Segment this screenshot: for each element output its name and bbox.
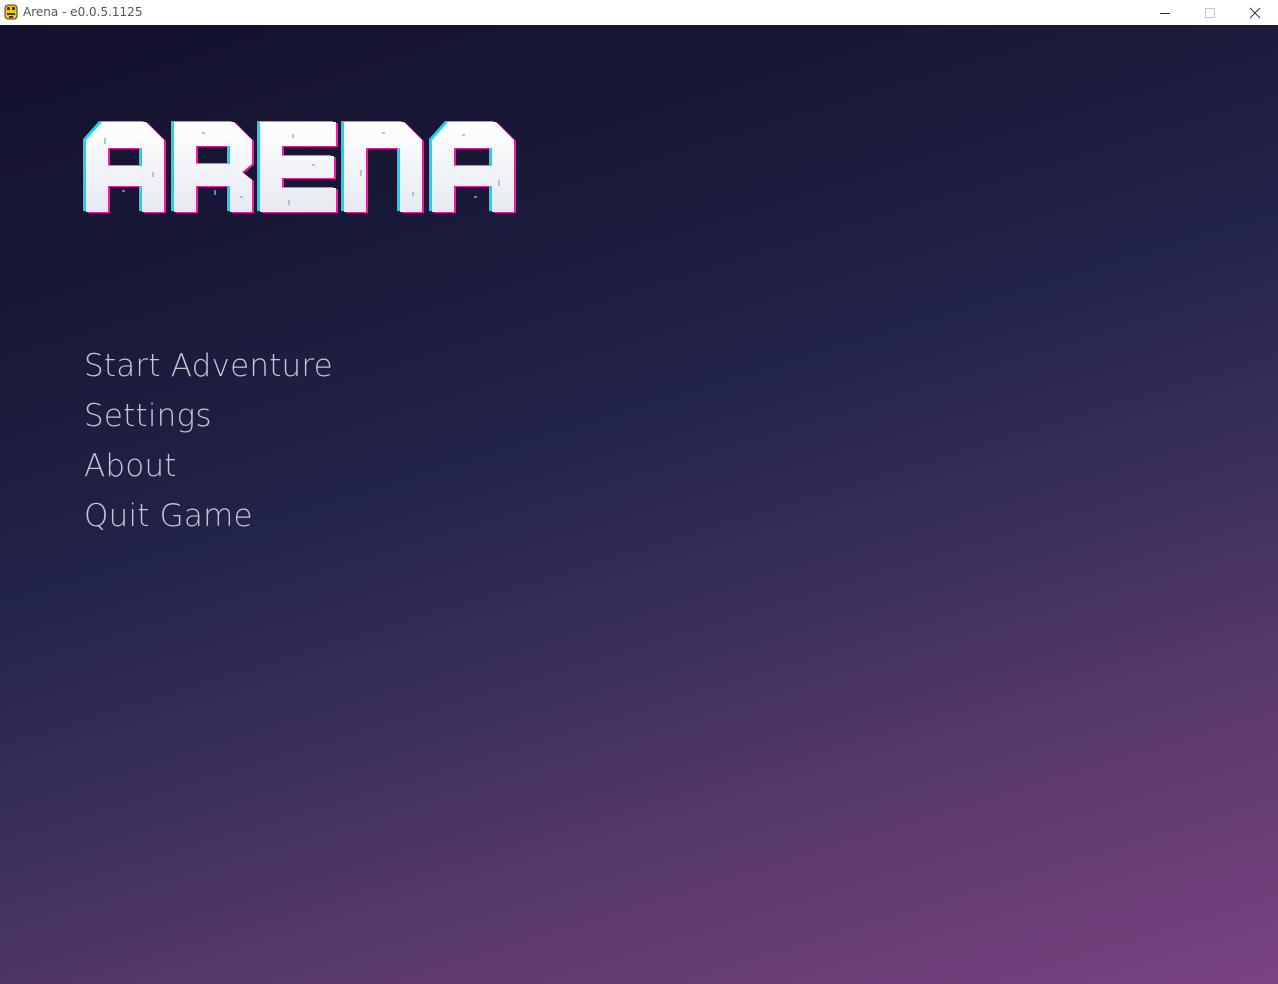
window-title: Arena - e0.0.5.1125 bbox=[23, 5, 143, 19]
main-menu: Start Adventure Settings About Quit Game bbox=[84, 341, 333, 541]
minimize-icon bbox=[1160, 12, 1170, 14]
maximize-button[interactable] bbox=[1187, 0, 1233, 25]
game-canvas[interactable]: Start Adventure Settings About Quit Game bbox=[0, 25, 1278, 984]
app-window: Arena - e0.0.5.1125 Start Adventure Sett… bbox=[0, 0, 1278, 984]
menu-item-start-adventure[interactable]: Start Adventure bbox=[84, 341, 333, 391]
menu-item-quit-game[interactable]: Quit Game bbox=[84, 491, 333, 541]
close-button[interactable] bbox=[1232, 0, 1278, 25]
minimize-button[interactable] bbox=[1142, 0, 1188, 25]
close-icon bbox=[1249, 7, 1261, 18]
arena-logo bbox=[83, 121, 516, 213]
menu-item-settings[interactable]: Settings bbox=[84, 391, 333, 441]
menu-item-about[interactable]: About bbox=[84, 441, 333, 491]
title-bar[interactable]: Arena - e0.0.5.1125 bbox=[0, 0, 1278, 25]
maximize-icon bbox=[1205, 7, 1215, 18]
python-icon bbox=[4, 4, 18, 20]
